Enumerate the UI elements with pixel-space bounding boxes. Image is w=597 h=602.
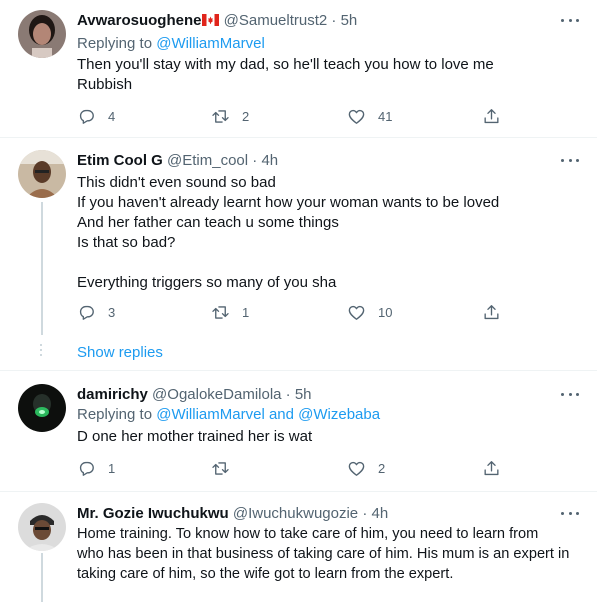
separator: ·	[331, 12, 337, 29]
tweet-text: Then you'll stay with my dad, so he'll t…	[77, 56, 494, 93]
like-button[interactable]: 10	[347, 302, 392, 322]
avatar[interactable]	[18, 503, 66, 551]
display-name[interactable]: Etim Cool G	[77, 152, 163, 169]
divider	[0, 137, 597, 138]
divider	[0, 370, 597, 371]
timestamp[interactable]: 5h	[341, 12, 358, 29]
thread-line	[41, 553, 43, 602]
separator: ·	[285, 386, 291, 403]
thread-line	[41, 202, 43, 335]
reply-count: 3	[108, 304, 116, 320]
retweet-button[interactable]	[211, 458, 242, 478]
replying-to: Replying to @WilliamMarvel and @Wizebaba	[77, 406, 381, 423]
reply-icon	[79, 305, 94, 320]
like-count: 10	[378, 304, 393, 320]
more-options-icon[interactable]	[561, 14, 579, 26]
heart-icon	[348, 461, 365, 476]
share-icon	[484, 108, 499, 123]
reply-count: 4	[108, 108, 116, 124]
like-button[interactable]: 41	[347, 106, 392, 126]
avatar[interactable]	[18, 10, 66, 58]
reply-button[interactable]: 4	[77, 106, 115, 126]
mention-link[interactable]: @Wizebaba	[298, 406, 380, 423]
share-icon	[484, 304, 499, 319]
display-name[interactable]: damirichy	[77, 386, 148, 403]
username[interactable]: @Samueltrust2	[224, 12, 328, 29]
heart-icon	[348, 109, 365, 124]
share-button[interactable]	[482, 302, 501, 322]
tweet-header: Avwarosuoghene @Samueltrust2 · 5h	[77, 11, 357, 31]
tweet-actions: 1 2	[77, 458, 502, 478]
like-count: 2	[378, 460, 386, 476]
retweet-icon	[212, 305, 229, 319]
canada-flag-icon	[202, 14, 220, 26]
share-button[interactable]	[482, 458, 501, 478]
separator: ·	[252, 152, 258, 169]
separator: ·	[362, 505, 368, 522]
share-icon	[484, 460, 499, 475]
like-button[interactable]: 2	[347, 458, 385, 478]
show-replies-link[interactable]: Show replies	[77, 343, 163, 363]
mention-link[interactable]: @WilliamMarvel	[156, 35, 265, 52]
tweet-text: This didn't even sound so bad If you hav…	[77, 174, 500, 291]
avatar[interactable]	[18, 150, 66, 198]
retweet-count: 1	[242, 304, 250, 320]
tweet-text: Home training. To know how to take care …	[77, 526, 570, 582]
replying-to: Replying to @WilliamMarvel	[77, 35, 265, 52]
divider	[0, 491, 597, 492]
retweet-button[interactable]: 1	[211, 302, 249, 322]
reply-button[interactable]: 1	[77, 458, 115, 478]
timestamp[interactable]: 5h	[295, 386, 312, 403]
reply-button[interactable]: 3	[77, 302, 115, 322]
reply-icon	[79, 109, 94, 124]
timestamp[interactable]: 4h	[372, 505, 389, 522]
retweet-icon	[212, 461, 229, 475]
retweet-button[interactable]: 2	[211, 106, 249, 126]
thread-continuation-dots	[40, 344, 43, 359]
heart-icon	[348, 305, 365, 320]
display-name[interactable]: Avwarosuoghene	[77, 12, 201, 29]
more-options-icon[interactable]	[561, 507, 579, 519]
display-name[interactable]: Mr. Gozie Iwuchukwu	[77, 505, 229, 522]
share-button[interactable]	[482, 106, 501, 126]
timestamp[interactable]: 4h	[261, 152, 278, 169]
tweet-text: D one her mother trained her is wat	[77, 428, 313, 445]
tweet-header: Etim Cool G @Etim_cool · 4h	[77, 151, 278, 171]
username[interactable]: @OgalokeDamilola	[152, 386, 281, 403]
more-options-icon[interactable]	[561, 154, 579, 166]
more-options-icon[interactable]	[561, 388, 579, 400]
tweet-header: Mr. Gozie Iwuchukwu @Iwuchukwugozie · 4h	[77, 504, 388, 524]
tweet-actions: 4 2 41	[77, 106, 502, 126]
retweet-count: 2	[242, 108, 250, 124]
reply-count: 1	[108, 460, 116, 476]
avatar[interactable]	[18, 384, 66, 432]
retweet-icon	[212, 109, 229, 123]
tweet-header: damirichy @OgalokeDamilola · 5h	[77, 385, 312, 405]
username[interactable]: @Etim_cool	[167, 152, 248, 169]
like-count: 41	[378, 108, 393, 124]
tweet-actions: 3 1 10	[77, 302, 502, 322]
username[interactable]: @Iwuchukwugozie	[233, 505, 358, 522]
mention-link[interactable]: @WilliamMarvel	[156, 406, 265, 423]
reply-icon	[79, 461, 94, 476]
